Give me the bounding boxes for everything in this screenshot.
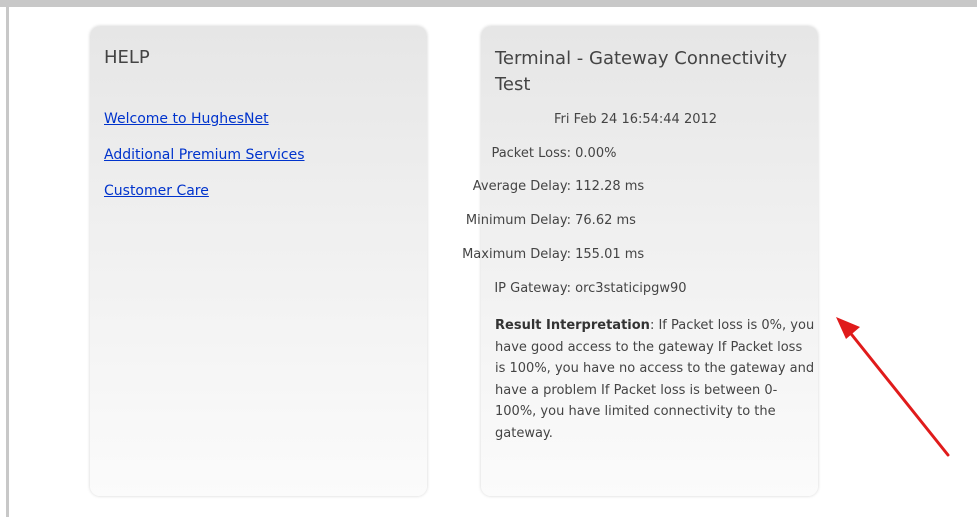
- stat-label: Average Delay:: [472, 179, 571, 194]
- stat-label: IP Gateway:: [494, 281, 571, 296]
- test-timestamp: Fri Feb 24 16:54:44 2012: [554, 112, 718, 127]
- stat-label: Packet Loss:: [491, 146, 571, 161]
- interpretation-text: : If Packet loss is 0%, you have good ac…: [495, 318, 815, 441]
- stat-average-delay: Average Delay: 112.28 ms: [406, 179, 644, 194]
- stat-packet-loss: Packet Loss: 0.00%: [406, 146, 616, 161]
- help-links: Welcome to HughesNet Additional Premium …: [104, 110, 305, 218]
- test-title: Terminal - Gateway Connectivity Test: [495, 48, 788, 95]
- stat-value: 112.28 ms: [575, 179, 645, 194]
- stat-value: 155.01 ms: [575, 247, 645, 262]
- link-additional-premium-services[interactable]: Additional Premium Services: [104, 146, 305, 164]
- stat-value: 76.62 ms: [575, 213, 636, 228]
- link-customer-care[interactable]: Customer Care: [104, 182, 305, 200]
- stat-ip-gateway: IP Gateway: orc3staticipgw90: [406, 281, 687, 296]
- stat-value: orc3staticipgw90: [575, 281, 687, 296]
- stat-maximum-delay: Maximum Delay: 155.01 ms: [406, 247, 644, 262]
- help-panel: HELP Welcome to HughesNet Additional Pre…: [90, 26, 427, 496]
- stat-label: Maximum Delay:: [462, 247, 571, 262]
- connectivity-test-panel: Terminal - Gateway Connectivity Test Fri…: [462, 26, 818, 496]
- stat-value: 0.00%: [575, 146, 617, 161]
- link-welcome[interactable]: Welcome to HughesNet: [104, 110, 305, 128]
- help-title: HELP: [104, 47, 150, 68]
- result-interpretation: Result Interpretation: If Packet loss is…: [495, 315, 815, 444]
- stat-label: Minimum Delay:: [465, 213, 571, 228]
- red-arrow-icon: [836, 317, 950, 457]
- window-frame-top: [0, 0, 977, 7]
- window-frame-left: [6, 7, 9, 517]
- interpretation-heading: Result Interpretation: [495, 318, 650, 333]
- stat-minimum-delay: Minimum Delay: 76.62 ms: [406, 213, 636, 228]
